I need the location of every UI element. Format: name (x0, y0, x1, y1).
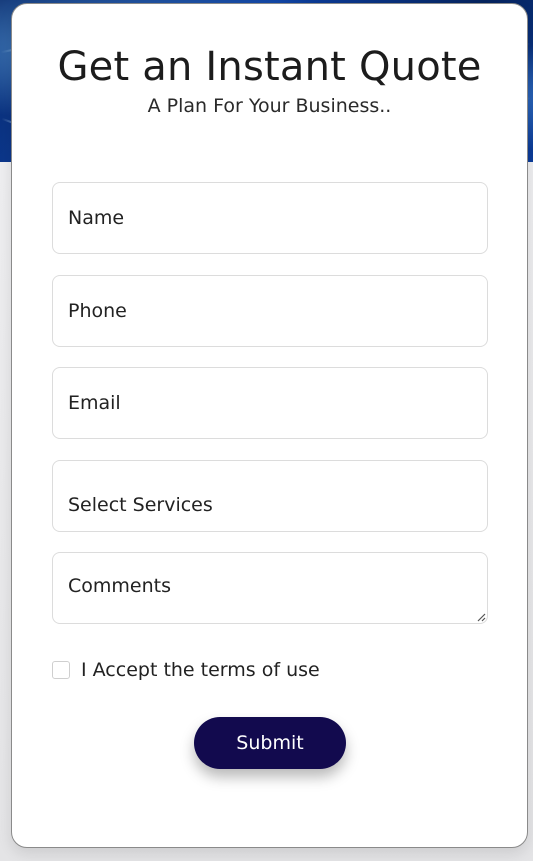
terms-checkbox[interactable] (52, 661, 70, 679)
name-input[interactable] (52, 182, 488, 254)
terms-row: I Accept the terms of use (52, 658, 320, 682)
email-input[interactable] (52, 367, 488, 439)
phone-input[interactable] (52, 275, 488, 347)
form-subtitle: A Plan For Your Business.. (147, 95, 392, 117)
submit-button[interactable]: Submit (194, 717, 346, 769)
services-select-value: Select Services (68, 494, 213, 516)
resize-grip-icon[interactable] (476, 612, 486, 622)
form-title: Get an Instant Quote (57, 44, 482, 90)
quote-form-card: Get an Instant Quote A Plan For Your Bus… (11, 3, 528, 848)
terms-label[interactable]: I Accept the terms of use (81, 659, 320, 681)
services-select[interactable]: Select Services (52, 460, 488, 532)
comments-textarea[interactable] (52, 552, 488, 624)
